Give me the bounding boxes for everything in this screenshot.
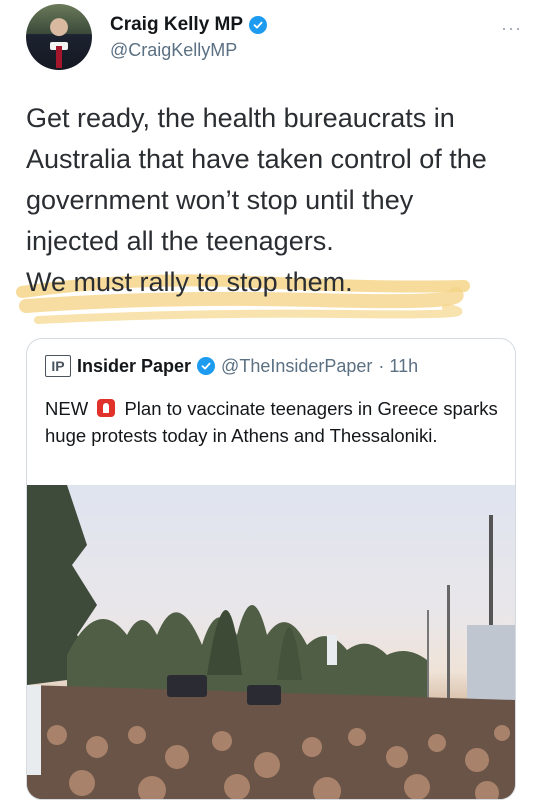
protest-photo[interactable] <box>27 485 515 799</box>
quoted-tweet-text: NEW Plan to vaccinate teenagers in Greec… <box>45 395 505 449</box>
verified-badge-icon <box>249 16 268 34</box>
protest-photo-scene <box>27 485 515 799</box>
quoted-timestamp[interactable]: · 11h <box>378 356 418 377</box>
author-name-row[interactable]: Craig Kelly MP <box>110 14 268 36</box>
tweet-line: government won’t stop until they <box>26 185 414 215</box>
quoted-display-name[interactable]: Insider Paper <box>77 356 191 377</box>
tweet-header: Craig Kelly MP @CraigKellyMP ··· <box>26 4 526 74</box>
author-display-name[interactable]: Craig Kelly MP <box>110 14 243 36</box>
more-options-icon[interactable]: ··· <box>501 18 522 39</box>
author-handle[interactable]: @CraigKellyMP <box>110 40 237 61</box>
quoted-handle[interactable]: @TheInsiderPaper <box>221 356 372 377</box>
tweet-line: Get ready, the health bureaucrats in <box>26 103 455 133</box>
quoted-text-prefix: NEW <box>45 398 89 419</box>
quoted-tweet-header: IP Insider Paper @TheInsiderPaper · 11h <box>45 355 418 377</box>
quoted-tweet-card[interactable]: IP Insider Paper @TheInsiderPaper · 11h … <box>26 338 516 800</box>
tweet-line: injected all the teenagers. <box>26 226 334 256</box>
avatar[interactable] <box>26 4 92 70</box>
insider-paper-logo[interactable]: IP <box>45 355 71 377</box>
avatar-tie <box>56 46 62 68</box>
tweet-line: Australia that have taken control of the <box>26 144 487 174</box>
verified-badge-icon <box>197 357 216 375</box>
tweet-body: Get ready, the health bureaucrats in Aus… <box>26 98 526 303</box>
tweet-highlighted-line: We must rally to stop them. <box>26 267 353 297</box>
police-light-icon <box>97 399 116 417</box>
